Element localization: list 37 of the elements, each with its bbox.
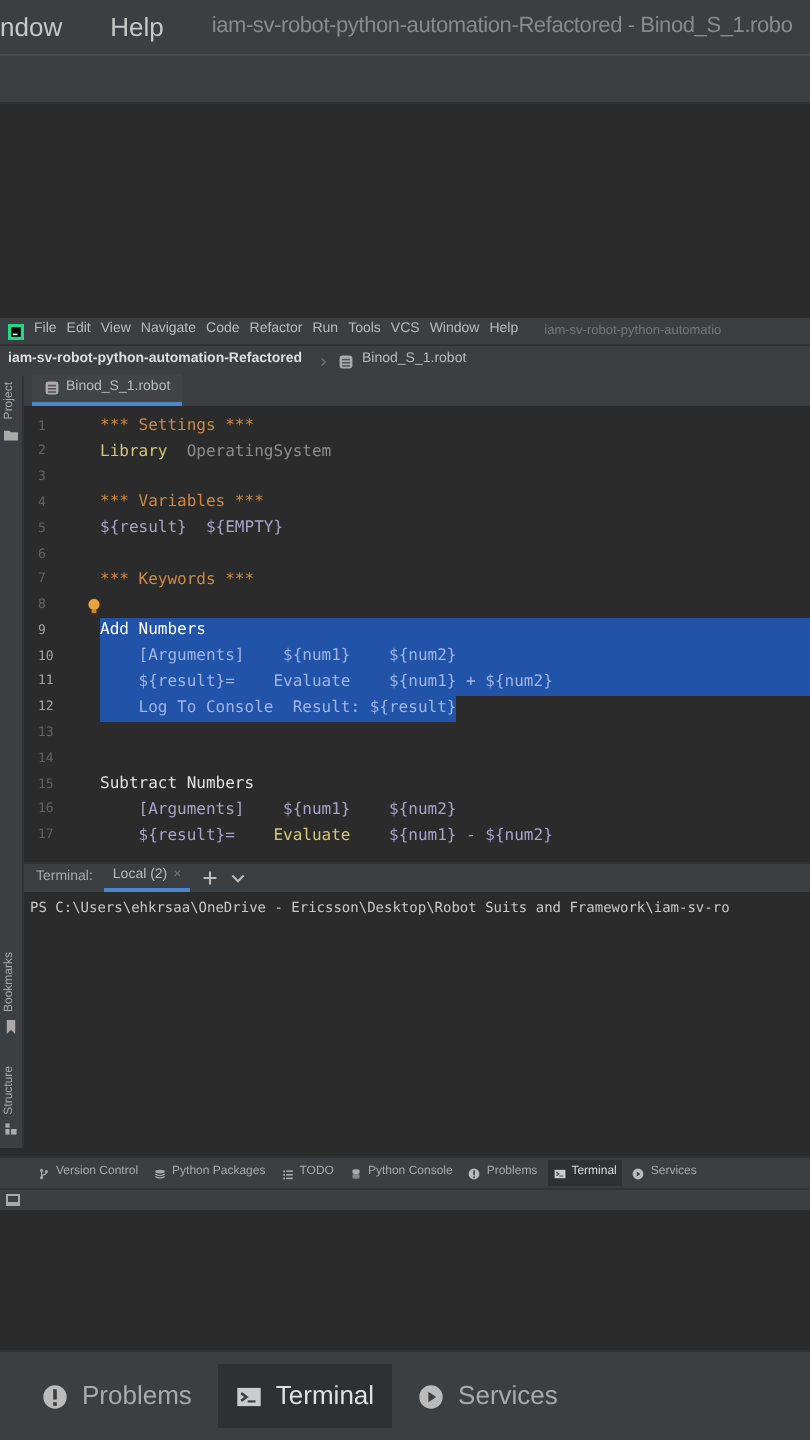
robot-file-icon (338, 353, 354, 369)
menu-item[interactable]: Help (110, 7, 164, 47)
menu-item[interactable]: ndow (0, 7, 63, 47)
play-circle-icon (632, 1167, 645, 1179)
warning-circle-icon (468, 1167, 481, 1179)
tool-window-tab[interactable]: Terminal (217, 1364, 393, 1428)
code-line: *** Keywords *** (100, 567, 255, 592)
code-line: Library OperatingSystem (100, 439, 332, 464)
code-line: *** Variables *** (100, 490, 264, 515)
robot-file-icon (44, 379, 60, 396)
terminal-icon (553, 1167, 566, 1179)
add-icon (201, 870, 218, 886)
code-line: ${result} ${EMPTY} (100, 516, 284, 541)
chevron-down-icon (229, 870, 246, 886)
code-line: [Arguments] ${num1} ${num2} (136, 797, 457, 822)
app-logo-icon (8, 323, 24, 339)
code-line: ${result}= Evaluate ${num1} - ${num2} (136, 823, 553, 848)
code-line: ${result}= Evaluate ${num1} + ${num2} (136, 669, 553, 694)
code-line: Add Numbers (100, 618, 206, 643)
structure-icon (4, 1122, 18, 1136)
code-line: [Arguments] ${num1} ${num2} (136, 644, 457, 669)
folder-icon (4, 427, 18, 442)
bookmark-icon (4, 1019, 18, 1034)
stack-icon (154, 1167, 167, 1179)
warning-circle-icon (42, 1383, 68, 1409)
tool-window-tab[interactable]: Problems (24, 1364, 210, 1428)
branch-icon (38, 1167, 50, 1179)
chevron-icon (318, 355, 330, 367)
code-line: *** Settings *** (100, 414, 255, 438)
list-icon (281, 1167, 294, 1179)
python-icon (349, 1167, 362, 1179)
play-circle-icon (418, 1383, 445, 1409)
window-title: iam-sv-robot-python-automation-Refactored - Binod_S_1.robo (211, 12, 793, 43)
terminal-icon (235, 1383, 262, 1409)
code-line: Subtract Numbers (100, 772, 255, 797)
tool-window-tab[interactable]: Services (400, 1364, 576, 1428)
panel-icon[interactable] (6, 1194, 20, 1206)
